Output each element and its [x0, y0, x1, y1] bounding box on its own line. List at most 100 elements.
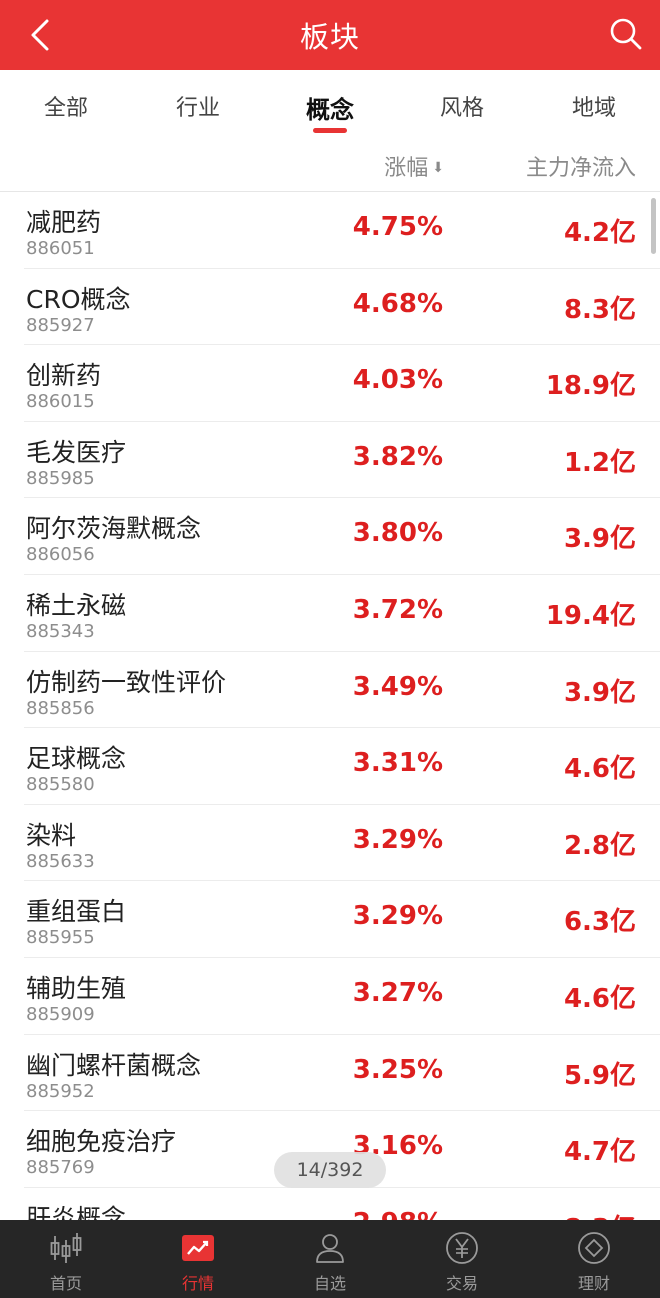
- sector-name: 幽门螺杆菌概念: [26, 1050, 202, 1080]
- sector-row[interactable]: 毛发医疗 885985 3.82% 1.2亿: [24, 422, 660, 499]
- sector-net-inflow: 8.3亿: [563, 294, 636, 325]
- sector-change: 3.25%: [352, 1054, 443, 1085]
- tab-concept[interactable]: 概念: [264, 70, 396, 136]
- nav-wealth[interactable]: 理财: [528, 1220, 660, 1298]
- list-position-indicator: 14/392: [274, 1152, 386, 1188]
- sector-code: 885343: [26, 620, 95, 642]
- sector-net-inflow: 4.2亿: [563, 218, 636, 248]
- sector-net-inflow: 19.4亿: [545, 600, 636, 631]
- nav-home[interactable]: 首页: [0, 1220, 132, 1298]
- nav-trade-label: 交易: [445, 1274, 478, 1293]
- sector-name: 稀土永磁: [26, 590, 127, 620]
- candlestick-icon: [50, 1233, 82, 1263]
- tab-industry[interactable]: 行业: [132, 70, 264, 136]
- sector-row[interactable]: 减肥药 886051 4.75% 4.2亿: [24, 192, 660, 269]
- sector-change: 4.68%: [352, 288, 443, 319]
- sector-code: 885856: [26, 697, 95, 719]
- sector-name: 阿尔茨海默概念: [26, 514, 202, 544]
- tab-region[interactable]: 地域: [528, 70, 660, 136]
- yen-coin-icon: [446, 1232, 478, 1264]
- sector-row[interactable]: 肝炎概念 2.98% 8.3亿: [24, 1188, 660, 1220]
- sector-row[interactable]: 稀土永磁 885343 3.72% 19.4亿: [24, 575, 660, 652]
- sector-row[interactable]: 仿制药一致性评价 885856 3.49% 3.9亿: [24, 652, 660, 729]
- sector-code: 885909: [26, 1003, 95, 1025]
- tab-all[interactable]: 全部: [0, 70, 132, 136]
- nav-trade[interactable]: 交易: [396, 1220, 528, 1298]
- change-column-label: 涨幅: [384, 156, 429, 181]
- sector-name: CRO概念: [26, 284, 131, 314]
- sector-change: 3.29%: [352, 901, 443, 932]
- category-tabs: 全部 行业 概念 风格 地域: [0, 70, 660, 136]
- sector-name: 辅助生殖: [26, 973, 127, 1003]
- sector-row[interactable]: CRO概念 885927 4.68% 8.3亿: [24, 269, 660, 346]
- sector-row[interactable]: 染料 885633 3.29% 2.8亿: [24, 805, 660, 882]
- sector-net-inflow: 3.9亿: [563, 524, 636, 555]
- sector-row[interactable]: 重组蛋白 885955 3.29% 6.3亿: [24, 881, 660, 958]
- tab-style[interactable]: 风格: [396, 70, 528, 136]
- sector-row[interactable]: 足球概念 885580 3.31% 4.6亿: [24, 728, 660, 805]
- sector-name: 仿制药一致性评价: [26, 667, 227, 697]
- sort-by-main-net-inflow[interactable]: 主力净流入: [526, 150, 636, 182]
- nav-market-label: 行情: [181, 1274, 214, 1293]
- sort-descending-icon: ⬇: [432, 160, 444, 176]
- sector-list: 减肥药 886051 4.75% 4.2亿 CRO概念 885927 4.68%…: [0, 192, 660, 1220]
- sector-net-inflow: 1.2亿: [563, 447, 636, 478]
- sector-name: 细胞免疫治疗: [26, 1127, 177, 1157]
- page-title: 板块: [299, 20, 360, 54]
- screen: 板块 全部 行业 概念 风格 地域 涨幅 ⬇ 主力净流入 减肥药 886051 4…: [0, 0, 660, 1298]
- sector-name: 毛发医疗: [26, 437, 127, 467]
- search-icon[interactable]: [606, 14, 646, 54]
- sector-name: 创新药: [26, 361, 102, 391]
- sector-net-inflow: 8.3亿: [564, 1208, 636, 1220]
- sector-change: 2.98%: [353, 1208, 443, 1220]
- sector-row[interactable]: 阿尔茨海默概念 886056 3.80% 3.9亿: [24, 498, 660, 575]
- sector-change: 3.49%: [352, 671, 443, 702]
- nav-watchlist-label: 自选: [313, 1274, 346, 1293]
- sector-net-inflow: 4.6亿: [563, 983, 636, 1014]
- sector-name: 减肥药: [26, 208, 102, 237]
- sector-net-inflow: 5.9亿: [563, 1060, 636, 1091]
- sector-code: 886051: [26, 238, 95, 259]
- person-icon: [316, 1234, 344, 1263]
- nav-watchlist[interactable]: 自选: [264, 1220, 396, 1298]
- sector-row[interactable]: 幽门螺杆菌概念 885952 3.25% 5.9亿: [24, 1035, 660, 1112]
- back-arrow-icon[interactable]: [22, 15, 62, 55]
- nav-home-label: 首页: [49, 1274, 82, 1293]
- sector-net-inflow: 4.7亿: [563, 1137, 636, 1168]
- sector-change: 3.80%: [352, 518, 443, 549]
- sector-change: 4.75%: [352, 212, 443, 242]
- sector-code: 885580: [26, 774, 95, 796]
- diamond-icon: [578, 1232, 610, 1264]
- sector-code: 885633: [26, 850, 95, 872]
- sector-change: 3.31%: [352, 748, 443, 779]
- bottom-nav: 首页 行情 自选 交易 理财: [0, 1220, 660, 1298]
- market-trend-icon: [182, 1235, 214, 1261]
- sector-net-inflow: 6.3亿: [563, 907, 636, 938]
- sector-code: 886056: [26, 544, 95, 566]
- nav-market[interactable]: 行情: [132, 1220, 264, 1298]
- sector-name: 肝炎概念: [26, 1203, 127, 1220]
- nav-wealth-label: 理财: [577, 1274, 610, 1293]
- sector-name: 足球概念: [26, 744, 127, 774]
- sector-net-inflow: 18.9亿: [545, 371, 636, 402]
- sector-code: 885955: [26, 927, 95, 949]
- top-bar: 板块: [0, 0, 660, 70]
- sector-change: 3.72%: [352, 594, 443, 625]
- sector-net-inflow: 3.9亿: [563, 677, 636, 708]
- sector-code: 885769: [26, 1157, 95, 1179]
- sector-row[interactable]: 辅助生殖 885909 3.27% 4.6亿: [24, 958, 660, 1035]
- sector-row[interactable]: 创新药 886015 4.03% 18.9亿: [24, 345, 660, 422]
- sector-name: 重组蛋白: [26, 897, 127, 927]
- sector-code: 885985: [26, 467, 95, 489]
- sector-code: 885952: [26, 1080, 95, 1102]
- sector-code: 885927: [26, 314, 95, 336]
- sector-code: 886015: [26, 391, 95, 413]
- sector-change: 4.03%: [352, 365, 443, 396]
- sector-change: 3.82%: [352, 441, 443, 472]
- list-scrollbar[interactable]: [651, 198, 656, 254]
- sector-name: 染料: [26, 820, 77, 850]
- sector-net-inflow: 4.6亿: [563, 754, 636, 785]
- sector-change: 3.29%: [352, 824, 443, 855]
- column-header: 涨幅 ⬇ 主力净流入: [0, 136, 660, 192]
- sort-by-change[interactable]: 涨幅 ⬇: [384, 150, 444, 182]
